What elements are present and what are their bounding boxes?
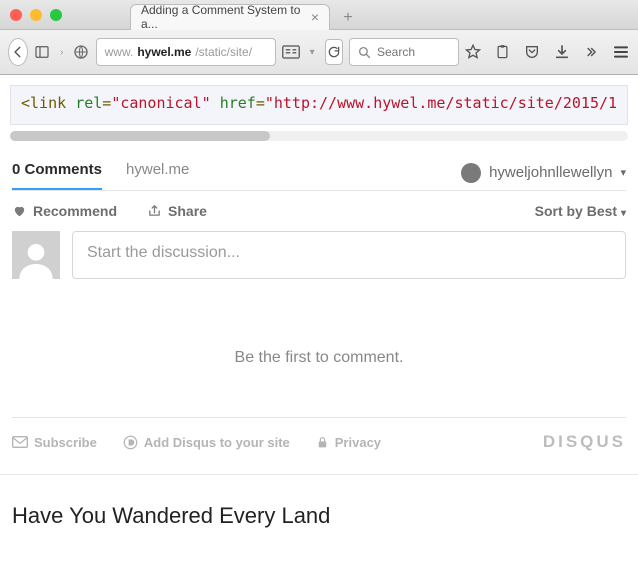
- reload-button[interactable]: [325, 39, 343, 65]
- sort-dropdown[interactable]: Sort by Best ▾: [535, 203, 626, 219]
- arrow-left-icon: [11, 45, 25, 59]
- hamburger-menu-icon[interactable]: [612, 44, 630, 60]
- tab-comments[interactable]: 0 Comments: [12, 155, 102, 190]
- disqus-tabs: 0 Comments hywel.me: [12, 155, 189, 190]
- disqus-brand[interactable]: DISQUS: [543, 432, 626, 452]
- window-titlebar: Adding a Comment System to a... × +: [0, 0, 638, 30]
- subscribe-label: Subscribe: [34, 435, 97, 450]
- url-bar[interactable]: www.hywel.me/static/site/: [96, 38, 276, 66]
- disqus-d-icon: [123, 435, 138, 450]
- share-icon: [147, 204, 162, 218]
- user-menu[interactable]: hyweljohnllewellyn ▾: [461, 163, 626, 183]
- tab-title: Adding a Comment System to a...: [141, 3, 303, 31]
- horizontal-scrollbar[interactable]: [10, 131, 628, 141]
- mail-icon: [12, 436, 28, 448]
- tab-strip: Adding a Comment System to a... × +: [130, 0, 360, 30]
- url-prefix: www.: [105, 45, 134, 59]
- search-box[interactable]: [349, 38, 459, 66]
- search-icon: [358, 46, 371, 59]
- code-eq1: =: [102, 94, 111, 112]
- traffic-light-minimize[interactable]: [30, 9, 42, 21]
- add-disqus-label: Add Disqus to your site: [144, 435, 290, 450]
- guest-avatar: [12, 231, 60, 279]
- code-eq2: =: [256, 94, 265, 112]
- heart-icon: [12, 204, 27, 218]
- code-attr-rel: rel: [75, 94, 102, 112]
- username: hyweljohnllewellyn: [489, 164, 612, 181]
- person-icon: [16, 239, 56, 279]
- browser-tab[interactable]: Adding a Comment System to a... ×: [130, 4, 330, 30]
- url-host: hywel.me: [137, 45, 191, 59]
- chevron-down-icon: ▾: [620, 166, 626, 179]
- code-tag-open: <link: [21, 94, 66, 112]
- traffic-light-close[interactable]: [10, 9, 22, 21]
- code-val-rel: "canonical": [111, 94, 210, 112]
- add-disqus-button[interactable]: Add Disqus to your site: [123, 435, 290, 450]
- disqus-actions: Recommend Share Sort by Best ▾: [12, 191, 626, 231]
- overflow-icon[interactable]: [584, 45, 598, 59]
- toolbar-icons: [465, 44, 630, 60]
- recommend-button[interactable]: Recommend: [12, 203, 117, 219]
- share-label: Share: [168, 203, 207, 219]
- share-button[interactable]: Share: [147, 203, 207, 219]
- disqus-header: 0 Comments hywel.me hyweljohnllewellyn ▾: [12, 155, 626, 191]
- disqus-widget: 0 Comments hywel.me hyweljohnllewellyn ▾…: [0, 141, 638, 466]
- empty-state: Be the first to comment.: [12, 349, 626, 367]
- back-button[interactable]: [8, 38, 28, 66]
- reader-mode-icon[interactable]: [282, 40, 300, 64]
- tab-close-icon[interactable]: ×: [311, 9, 319, 25]
- pocket-icon[interactable]: [524, 44, 540, 60]
- lock-icon: [316, 435, 329, 450]
- url-path: /static/site/: [195, 45, 252, 59]
- code-attr-href: href: [220, 94, 256, 112]
- page-content: <link rel="canonical" href="http://www.h…: [0, 75, 638, 571]
- code-val-href: "http://www.hywel.me/static/site/2015/1: [265, 94, 617, 112]
- comment-input[interactable]: Start the discussion...: [72, 231, 626, 279]
- sidebar-toggle-icon[interactable]: [34, 40, 50, 64]
- tab-sitename[interactable]: hywel.me: [126, 155, 189, 190]
- chevron-right-icon: ›: [60, 47, 63, 58]
- next-post-title[interactable]: Have You Wandered Every Land: [0, 474, 638, 529]
- search-input[interactable]: [377, 45, 447, 59]
- comment-composer: Start the discussion...: [12, 231, 626, 279]
- subscribe-button[interactable]: Subscribe: [12, 435, 97, 450]
- comment-placeholder: Start the discussion...: [87, 244, 240, 261]
- privacy-label: Privacy: [335, 435, 381, 450]
- chevron-down-icon[interactable]: ▾: [310, 47, 315, 58]
- traffic-light-zoom[interactable]: [50, 9, 62, 21]
- download-icon[interactable]: [554, 44, 570, 60]
- new-tab-button[interactable]: +: [336, 6, 360, 30]
- scrollbar-thumb[interactable]: [10, 131, 270, 141]
- privacy-link[interactable]: Privacy: [316, 435, 381, 450]
- chevron-down-icon: ▾: [621, 208, 626, 219]
- recommend-label: Recommend: [33, 203, 117, 219]
- avatar: [461, 163, 481, 183]
- site-identity-icon[interactable]: [73, 40, 89, 64]
- bookmark-star-icon[interactable]: [465, 44, 481, 60]
- sort-label: Sort by Best: [535, 203, 617, 219]
- code-snippet: <link rel="canonical" href="http://www.h…: [10, 85, 628, 125]
- disqus-footer: Subscribe Add Disqus to your site Privac…: [12, 417, 626, 466]
- browser-toolbar: › www.hywel.me/static/site/ ▾: [0, 30, 638, 75]
- clipboard-icon[interactable]: [495, 44, 510, 60]
